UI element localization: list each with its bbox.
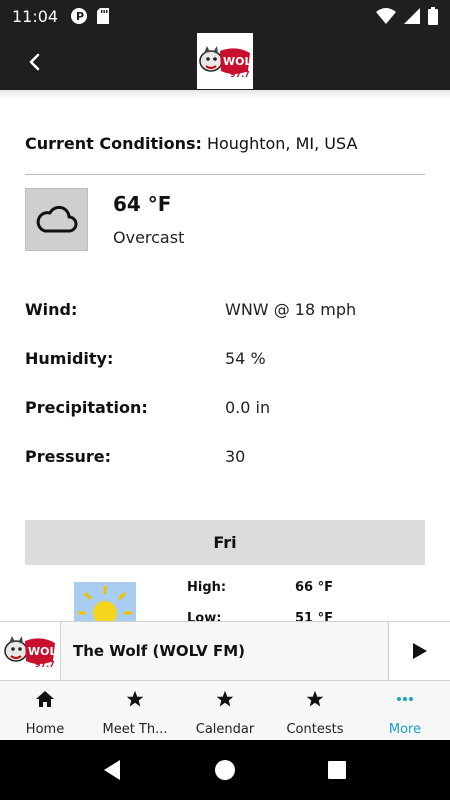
forecast-high-value: 66 °F (295, 580, 333, 595)
pressure-label: Pressure: (25, 447, 112, 466)
nav-label-calendar: Calendar (195, 722, 255, 737)
weather-content[interactable]: Current Conditions: Houghton, MI, USA 64… (0, 90, 450, 622)
nav-label-contests: Contests (286, 722, 344, 737)
mini-player[interactable]: WOLF 97.7 The Wolf (WOLV FM) (0, 621, 450, 681)
content-shadow (0, 90, 450, 98)
back-triangle-icon[interactable] (100, 758, 124, 782)
status-bar: 11:04 P (0, 0, 450, 32)
app-bar: WOLF 97.7 (0, 32, 450, 90)
divider (25, 174, 425, 175)
precipitation-value: 0.0 in (225, 398, 271, 417)
precipitation-label: Precipitation: (25, 398, 148, 417)
status-system-icons (376, 7, 438, 25)
current-conditions-label: Current Conditions: (25, 134, 202, 153)
sun-icon (78, 586, 132, 622)
nav-label-more: More (388, 722, 422, 737)
sd-card-icon (97, 8, 110, 24)
nav-item-home[interactable]: Home (0, 681, 90, 740)
status-notification-icons: P (70, 7, 110, 25)
notification-p-icon: P (71, 8, 88, 24)
battery-icon (428, 7, 438, 25)
home-circle-icon[interactable] (213, 758, 237, 782)
svg-text:P: P (76, 10, 84, 23)
current-condition: Overcast (113, 228, 185, 247)
status-time: 11:04 (12, 6, 59, 26)
nav-item-meet-the[interactable]: Meet Th... (90, 681, 180, 740)
player-station-logo: WOLF 97.7 (0, 622, 61, 680)
cloud-icon (36, 205, 77, 232)
svg-text:97.7: 97.7 (35, 660, 55, 669)
humidity-label: Humidity: (25, 349, 114, 368)
station-logo: WOLF 97.7 (197, 33, 253, 89)
forecast-day-header: Fri (25, 520, 425, 565)
current-weather-icon-box (25, 188, 88, 251)
nav-item-calendar[interactable]: Calendar (180, 681, 270, 740)
pressure-value: 30 (225, 447, 246, 466)
chevron-left-icon (29, 53, 40, 71)
forecast-high-label: High: (187, 580, 227, 595)
nav-label-meet-the: Meet Th... (102, 722, 168, 737)
svg-text:WOLF: WOLF (28, 645, 58, 658)
forecast-weather-icon (74, 582, 136, 622)
home-icon (36, 691, 54, 707)
star-icon (126, 690, 144, 707)
svg-text:WOLF: WOLF (223, 55, 252, 68)
star-icon (216, 690, 234, 707)
wind-value: WNW @ 18 mph (225, 300, 357, 319)
back-button[interactable] (18, 46, 50, 78)
station-name: The Wolf (WOLV FM) (73, 642, 246, 660)
star-icon (306, 690, 324, 707)
current-conditions-heading: Current Conditions: Houghton, MI, USA (25, 134, 357, 153)
system-navigation-bar (0, 740, 450, 800)
current-temperature: 64 °F (113, 192, 172, 216)
recents-square-icon[interactable] (325, 758, 349, 782)
wolf-logo-icon: WOLF 97.7 (4, 636, 58, 669)
wind-label: Wind: (25, 300, 78, 319)
nav-label-home: Home (25, 722, 65, 737)
play-button[interactable] (388, 622, 450, 680)
wifi-icon (376, 8, 396, 24)
nav-item-more[interactable]: More (360, 681, 450, 740)
humidity-value: 54 % (225, 349, 266, 368)
svg-text:97.7: 97.7 (230, 70, 250, 79)
location-text: Houghton, MI, USA (206, 134, 358, 153)
wolf-logo-icon: WOLF 97.7 (199, 46, 252, 79)
nav-item-contests[interactable]: Contests (270, 681, 360, 740)
more-icon (397, 697, 413, 701)
play-icon (412, 643, 427, 659)
signal-icon (404, 8, 420, 24)
bottom-navigation: Home Meet Th... Calendar Contests More (0, 681, 450, 740)
